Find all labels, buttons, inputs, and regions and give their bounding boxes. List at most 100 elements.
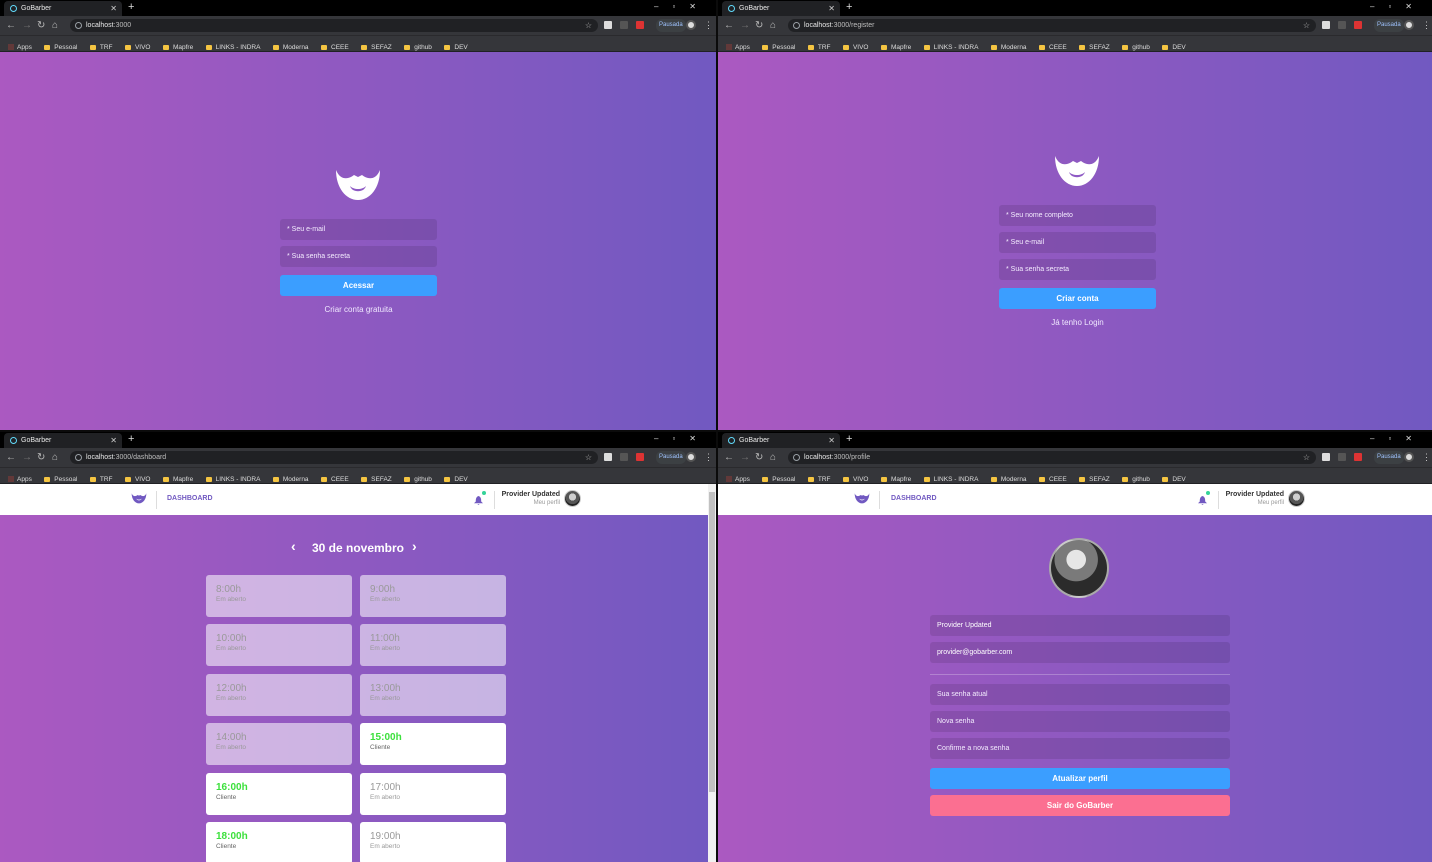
password-field[interactable]: * Sua senha secreta <box>280 246 437 267</box>
profile-paused-badge[interactable]: Pausada <box>1374 451 1404 464</box>
schedule-slot[interactable]: 19:00h Em aberto <box>360 822 506 862</box>
new-tab-button[interactable]: + <box>128 432 134 447</box>
extension-icon[interactable] <box>604 453 612 461</box>
forward-arrow-icon[interactable]: → <box>740 448 750 467</box>
profile-avatar-icon[interactable] <box>1404 452 1414 462</box>
nav-dashboard-link[interactable]: DASHBOARD <box>167 495 213 502</box>
schedule-slot[interactable]: 10:00h Em aberto <box>206 624 352 666</box>
window-controls[interactable]: –▫✕ <box>654 0 710 14</box>
nav-dashboard-link[interactable]: DASHBOARD <box>891 495 937 502</box>
home-icon[interactable]: ⌂ <box>52 16 58 35</box>
password-field[interactable]: * Sua senha secreta <box>999 259 1156 280</box>
schedule-slot[interactable]: 8:00h Em aberto <box>206 575 352 617</box>
profile-avatar-icon[interactable] <box>1404 20 1414 30</box>
name-field[interactable]: * Seu nome completo <box>999 205 1156 226</box>
next-day-arrow-icon[interactable]: › <box>412 538 417 554</box>
reload-icon[interactable]: ↻ <box>37 16 45 35</box>
forward-arrow-icon[interactable]: → <box>740 16 750 35</box>
back-arrow-icon[interactable]: ← <box>6 16 16 35</box>
confirm-password-field[interactable]: Confirme a nova senha <box>930 738 1230 759</box>
window-controls[interactable]: –▫✕ <box>1370 0 1426 14</box>
chrome-menu-icon[interactable]: ⋮ <box>1422 448 1431 467</box>
home-icon[interactable]: ⌂ <box>770 448 776 467</box>
profile-avatar-upload[interactable] <box>1049 538 1109 598</box>
scrollbar-thumb[interactable] <box>709 492 715 792</box>
bookmark-star-icon[interactable]: ☆ <box>585 451 592 464</box>
schedule-slot[interactable]: 15:00h Cliente <box>360 723 506 765</box>
schedule-slot[interactable]: 11:00h Em aberto <box>360 624 506 666</box>
gobarber-logo-icon[interactable] <box>131 492 147 504</box>
login-button[interactable]: Acessar <box>280 275 437 296</box>
home-icon[interactable]: ⌂ <box>770 16 776 35</box>
back-arrow-icon[interactable]: ← <box>724 448 734 467</box>
reload-icon[interactable]: ↻ <box>755 16 763 35</box>
extension-icon[interactable] <box>1338 21 1346 29</box>
profile-avatar-icon[interactable] <box>686 452 696 462</box>
chrome-menu-icon[interactable]: ⋮ <box>1422 16 1431 35</box>
bookmark-star-icon[interactable]: ☆ <box>1303 19 1310 32</box>
profile-avatar-icon[interactable] <box>686 20 696 30</box>
back-arrow-icon[interactable]: ← <box>6 448 16 467</box>
new-tab-button[interactable]: + <box>846 432 852 447</box>
new-tab-button[interactable]: + <box>846 0 852 15</box>
create-account-button[interactable]: Criar conta <box>999 288 1156 309</box>
bookmark-star-icon[interactable]: ☆ <box>585 19 592 32</box>
chrome-menu-icon[interactable]: ⋮ <box>704 16 713 35</box>
extension-icon[interactable] <box>604 21 612 29</box>
close-tab-icon[interactable]: ✕ <box>110 1 117 16</box>
update-profile-button[interactable]: Atualizar perfil <box>930 768 1230 789</box>
site-info-icon[interactable] <box>793 454 800 461</box>
schedule-slot[interactable]: 16:00h Cliente <box>206 773 352 815</box>
new-password-field[interactable]: Nova senha <box>930 711 1230 732</box>
browser-tab[interactable]: GoBarber ✕ <box>722 433 840 448</box>
extension-icon[interactable] <box>1354 453 1362 461</box>
extension-icon[interactable] <box>620 21 628 29</box>
forward-arrow-icon[interactable]: → <box>22 16 32 35</box>
window-controls[interactable]: –▫✕ <box>1370 432 1426 446</box>
schedule-slot[interactable]: 18:00h Cliente <box>206 822 352 862</box>
browser-tab[interactable]: GoBarber ✕ <box>722 1 840 16</box>
address-bar[interactable]: localhost:3000/dashboard ☆ <box>70 451 598 464</box>
site-info-icon[interactable] <box>75 454 82 461</box>
profile-link[interactable]: Meu perfil <box>1204 500 1284 506</box>
address-bar[interactable]: localhost:3000/register ☆ <box>788 19 1316 32</box>
close-tab-icon[interactable]: ✕ <box>828 433 835 448</box>
have-login-link[interactable]: Já tenho Login <box>999 318 1156 327</box>
chrome-menu-icon[interactable]: ⋮ <box>704 448 713 467</box>
extension-icon[interactable] <box>636 21 644 29</box>
extension-icon[interactable] <box>1322 453 1330 461</box>
extension-icon[interactable] <box>1322 21 1330 29</box>
email-field[interactable]: provider@gobarber.com <box>930 642 1230 663</box>
schedule-slot[interactable]: 13:00h Em aberto <box>360 674 506 716</box>
site-info-icon[interactable] <box>793 22 800 29</box>
window-controls[interactable]: –▫✕ <box>654 432 710 446</box>
address-bar[interactable]: localhost:3000/profile ☆ <box>788 451 1316 464</box>
name-field[interactable]: Provider Updated <box>930 615 1230 636</box>
schedule-slot[interactable]: 14:00h Em aberto <box>206 723 352 765</box>
reload-icon[interactable]: ↻ <box>37 448 45 467</box>
site-info-icon[interactable] <box>75 22 82 29</box>
profile-link[interactable]: Meu perfil <box>480 500 560 506</box>
new-tab-button[interactable]: + <box>128 0 134 15</box>
logout-button[interactable]: Sair do GoBarber <box>930 795 1230 816</box>
reload-icon[interactable]: ↻ <box>755 448 763 467</box>
profile-paused-badge[interactable]: Pausada <box>1374 19 1404 32</box>
bookmark-star-icon[interactable]: ☆ <box>1303 451 1310 464</box>
user-avatar[interactable] <box>564 490 581 507</box>
close-tab-icon[interactable]: ✕ <box>828 1 835 16</box>
profile-paused-badge[interactable]: Pausada <box>656 451 686 464</box>
back-arrow-icon[interactable]: ← <box>724 16 734 35</box>
current-password-field[interactable]: Sua senha atual <box>930 684 1230 705</box>
profile-paused-badge[interactable]: Pausada <box>656 19 686 32</box>
home-icon[interactable]: ⌂ <box>52 448 58 467</box>
schedule-slot[interactable]: 17:00h Em aberto <box>360 773 506 815</box>
email-field[interactable]: * Seu e-mail <box>999 232 1156 253</box>
browser-tab[interactable]: GoBarber ✕ <box>4 433 122 448</box>
extension-icon[interactable] <box>636 453 644 461</box>
gobarber-logo-icon[interactable] <box>854 492 870 504</box>
schedule-slot[interactable]: 12:00h Em aberto <box>206 674 352 716</box>
browser-tab[interactable]: GoBarber ✕ <box>4 1 122 16</box>
user-avatar[interactable] <box>1288 490 1305 507</box>
email-field[interactable]: * Seu e-mail <box>280 219 437 240</box>
extension-icon[interactable] <box>1354 21 1362 29</box>
